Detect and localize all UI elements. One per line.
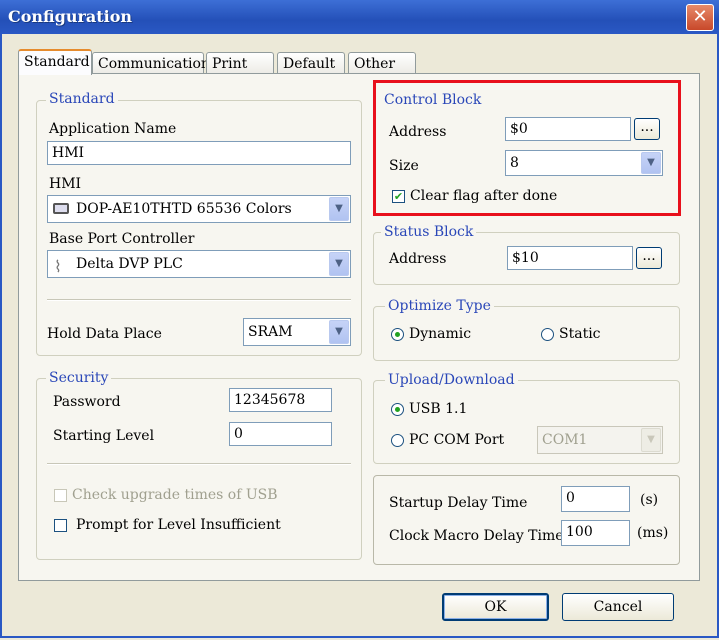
upload-label: Upload/Download <box>385 372 518 388</box>
size-label: Size <box>389 158 419 174</box>
tab-communication[interactable]: Communication <box>92 52 210 74</box>
hold-data-value: SRAM <box>248 324 293 340</box>
clock-delay-label: Clock Macro Delay Time <box>389 528 564 544</box>
status-block-label: Status Block <box>381 224 477 240</box>
prompt-level-checkbox[interactable] <box>54 519 67 532</box>
chevron-down-icon[interactable]: ▼ <box>329 252 349 276</box>
hold-data-dropdown[interactable]: SRAM ▼ <box>243 318 351 346</box>
size-dropdown[interactable]: 8 ▼ <box>505 150 663 176</box>
usb-radio[interactable] <box>391 403 404 416</box>
startup-unit: (s) <box>640 492 659 508</box>
hmi-dropdown[interactable]: DOP-AE10THTD 65536 Colors ▼ <box>47 195 351 223</box>
clock-unit: (ms) <box>637 525 669 541</box>
static-label: Static <box>559 326 601 342</box>
monitor-icon <box>53 203 69 214</box>
optimize-label: Optimize Type <box>385 298 494 314</box>
starting-level-input[interactable]: 0 <box>229 422 332 446</box>
close-button[interactable]: ✕ <box>686 4 714 31</box>
app-name-input[interactable]: HMI <box>47 141 351 165</box>
control-address-label: Address <box>389 124 447 140</box>
divider <box>47 463 351 465</box>
security-group-label: Security <box>46 370 112 386</box>
hmi-label: HMI <box>49 176 82 192</box>
chevron-down-icon: ▼ <box>641 428 661 452</box>
prompt-level-label: Prompt for Level Insufficient <box>76 517 281 533</box>
control-block-label: Control Block <box>381 92 485 108</box>
divider <box>47 299 351 301</box>
startup-delay-label: Startup Delay Time <box>389 495 528 511</box>
base-port-label: Base Port Controller <box>49 231 195 247</box>
password-label: Password <box>53 394 121 410</box>
clear-flag-checkbox[interactable]: ✔ <box>392 190 405 203</box>
com-port-dropdown: COM1 ▼ <box>537 426 663 454</box>
control-address-input[interactable]: $0 <box>505 117 631 141</box>
ok-button[interactable]: OK <box>442 593 549 621</box>
dynamic-label: Dynamic <box>409 326 472 342</box>
window-title: Configuration <box>8 7 133 26</box>
cancel-button[interactable]: Cancel <box>562 593 674 621</box>
chevron-down-icon[interactable]: ▼ <box>329 197 349 221</box>
base-port-dropdown[interactable]: ⌇ Delta DVP PLC ▼ <box>47 250 351 278</box>
dynamic-radio[interactable] <box>391 328 404 341</box>
clock-delay-input[interactable]: 100 <box>561 520 630 546</box>
size-value: 8 <box>510 155 519 171</box>
startup-delay-input[interactable]: 0 <box>561 486 630 512</box>
tab-other[interactable]: Other <box>348 52 416 74</box>
check-usb-label: Check upgrade times of USB <box>72 487 278 503</box>
com-port-value: COM1 <box>542 432 588 448</box>
status-address-label: Address <box>389 251 447 267</box>
clear-flag-label: Clear flag after done <box>410 188 558 204</box>
chevron-down-icon[interactable]: ▼ <box>329 320 349 344</box>
static-radio[interactable] <box>541 328 554 341</box>
plug-icon: ⌇ <box>54 257 62 276</box>
standard-group-label: Standard <box>46 91 118 107</box>
base-port-value: Delta DVP PLC <box>76 256 183 272</box>
delay-group <box>373 475 680 565</box>
tab-print[interactable]: Print <box>206 52 274 74</box>
starting-level-label: Starting Level <box>53 428 155 444</box>
tab-standard[interactable]: Standard <box>18 49 92 75</box>
hmi-value: DOP-AE10THTD 65536 Colors <box>76 201 292 217</box>
chevron-down-icon[interactable]: ▼ <box>641 152 661 174</box>
pc-com-label: PC COM Port <box>409 432 505 448</box>
status-address-input[interactable]: $10 <box>507 246 633 270</box>
hold-data-label: Hold Data Place <box>47 326 162 342</box>
password-input[interactable]: 12345678 <box>229 388 332 412</box>
pc-com-radio[interactable] <box>391 434 404 447</box>
check-usb-checkbox <box>54 489 67 502</box>
control-address-browse-button[interactable]: ... <box>634 118 660 140</box>
usb-label: USB 1.1 <box>409 401 468 417</box>
status-address-browse-button[interactable]: ... <box>636 247 662 269</box>
tab-default[interactable]: Default <box>277 52 345 74</box>
app-name-label: Application Name <box>49 121 177 137</box>
